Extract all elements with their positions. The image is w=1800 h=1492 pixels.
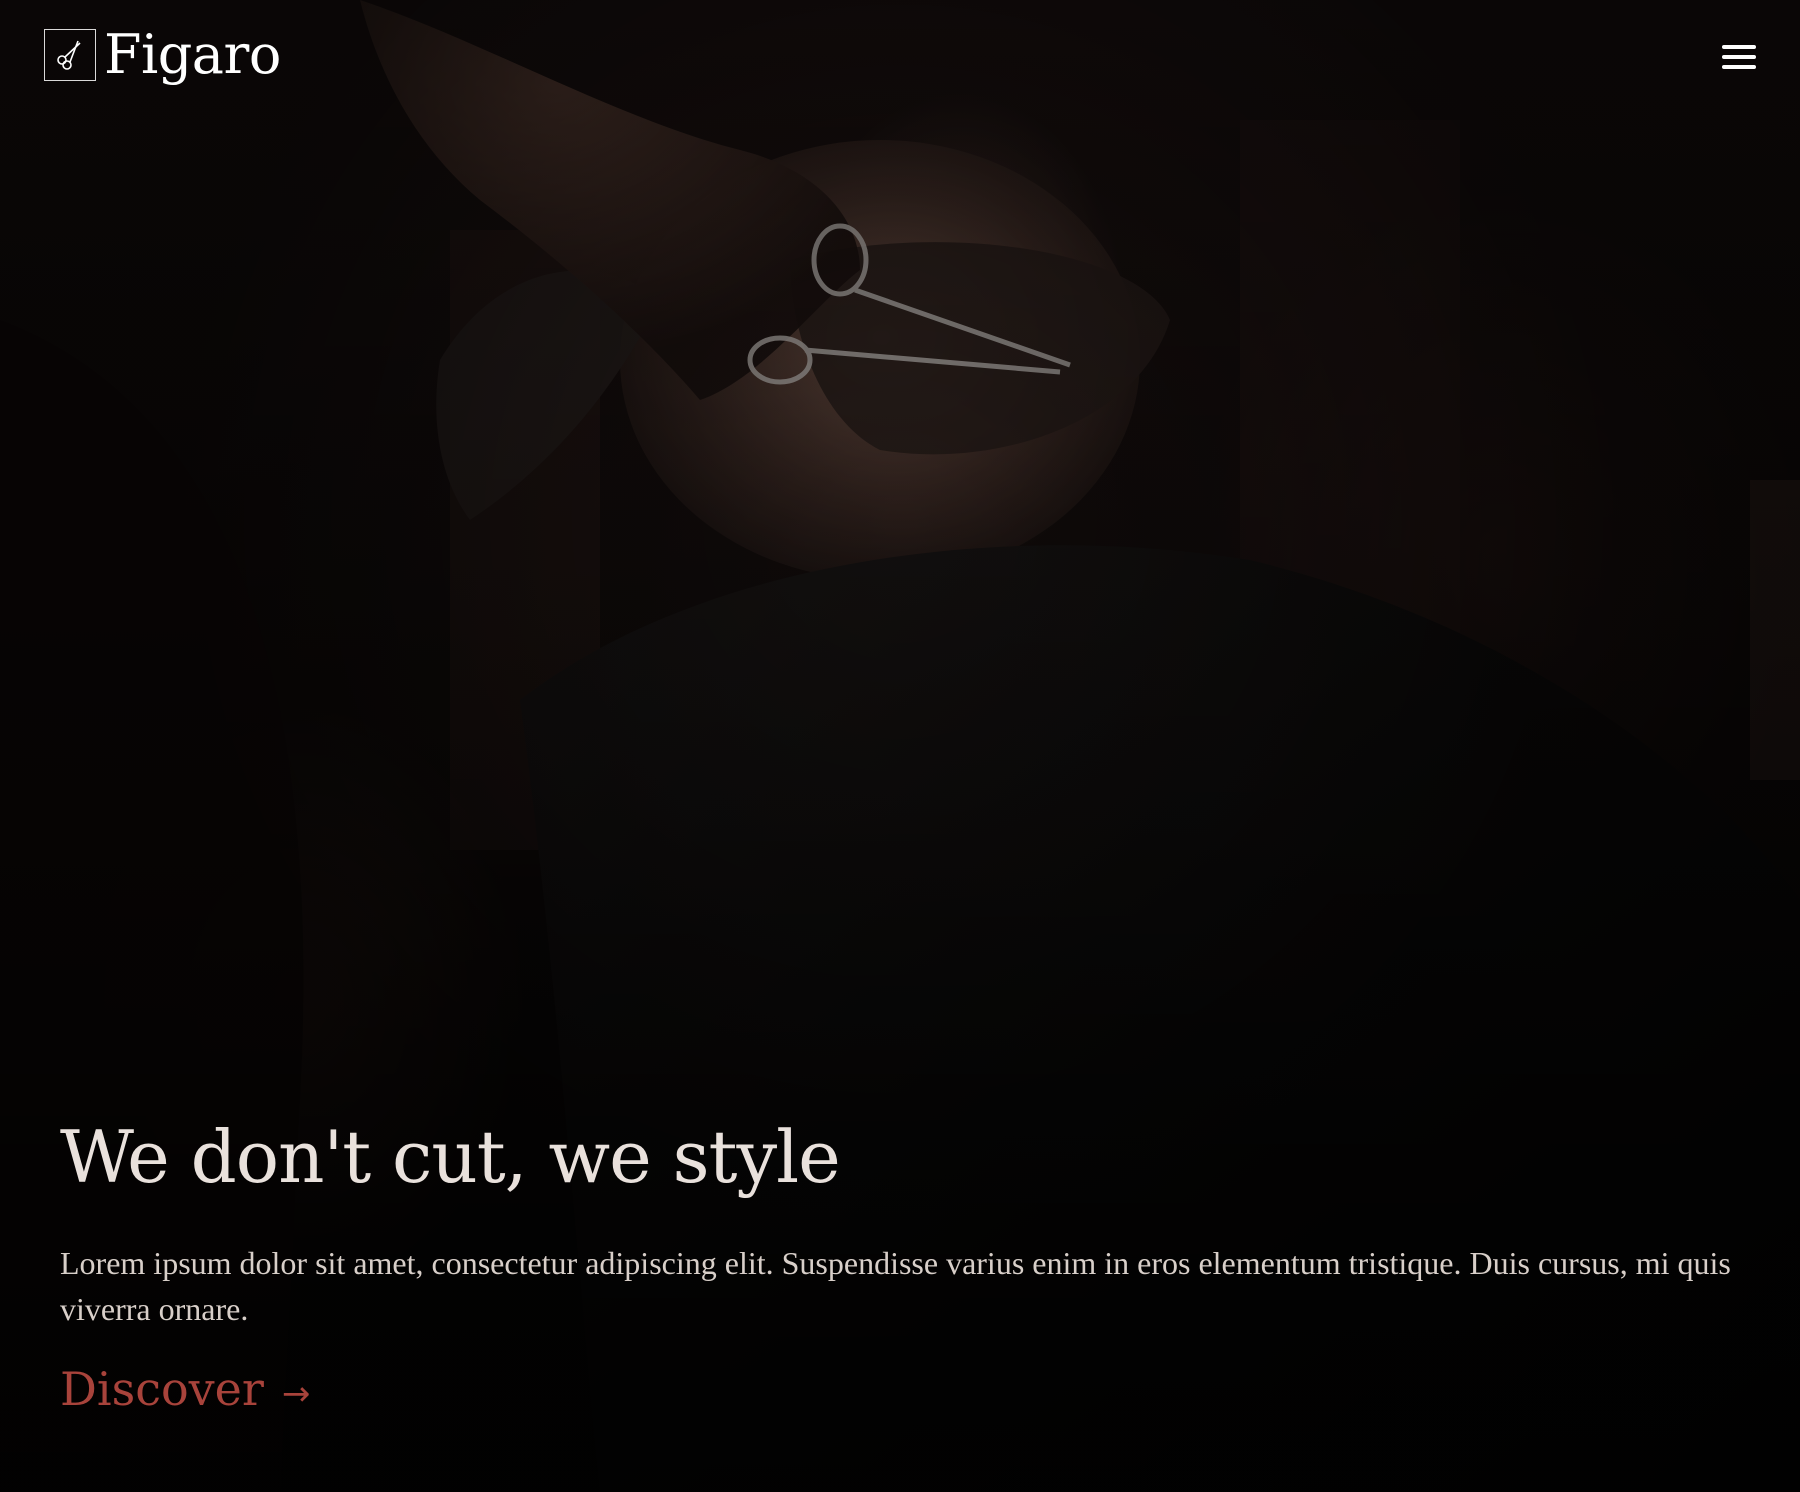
discover-label: Discover xyxy=(60,1362,264,1417)
hero-page: Figaro We don't cut, we style Lorem ipsu… xyxy=(0,0,1800,1492)
discover-link[interactable]: Discover → xyxy=(60,1362,310,1416)
hero-title: We don't cut, we style xyxy=(60,1115,841,1199)
arrow-right-icon: → xyxy=(281,1374,311,1415)
menu-line-top xyxy=(1722,45,1756,49)
menu-line-bottom xyxy=(1722,65,1756,69)
scissors-icon xyxy=(44,29,96,81)
brand-name: Figaro xyxy=(104,23,281,86)
brand-logo-link[interactable]: Figaro xyxy=(44,28,281,82)
hero-content: We don't cut, we style Lorem ipsum dolor… xyxy=(60,1115,1740,1416)
menu-line-middle xyxy=(1722,55,1756,59)
hamburger-menu-icon[interactable] xyxy=(1722,40,1756,74)
site-header: Figaro xyxy=(44,28,1756,98)
hero-description: Lorem ipsum dolor sit amet, consectetur … xyxy=(60,1244,1731,1327)
